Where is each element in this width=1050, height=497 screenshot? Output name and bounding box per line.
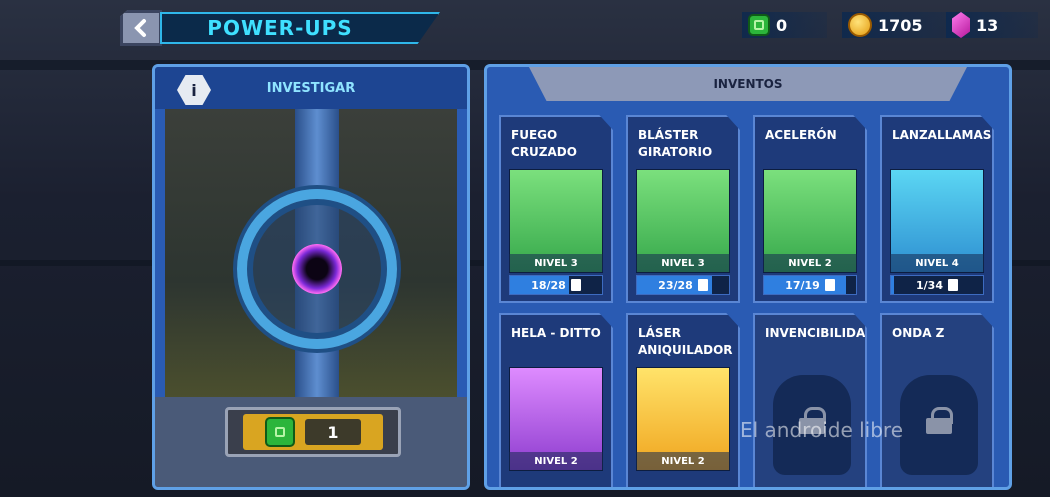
gem-icon [952, 12, 970, 38]
inventory-header: INVENTOS [529, 67, 967, 101]
cards-icon [697, 279, 708, 291]
page-title-bar: POWER-UPS [160, 12, 440, 44]
card-name: HELA - DITTO [511, 326, 601, 340]
progress-text: 23/28 [658, 278, 693, 292]
card-level: NIVEL 2 [763, 254, 857, 272]
chip-count: 1 [305, 419, 361, 445]
card-level: NIVEL 2 [509, 452, 603, 470]
card-progress-bar: 23/28 [636, 275, 730, 295]
chip-slot-inner: 1 [243, 414, 383, 450]
coin-icon [848, 13, 872, 37]
currency-gems-value: 13 [976, 15, 999, 35]
card-name: ACELERÓN [765, 128, 837, 142]
research-panel: INVESTIGAR i 1 [152, 64, 470, 490]
progress-text-wrap: 23/28 [637, 276, 729, 294]
currency-chips[interactable]: 0 [742, 12, 828, 38]
progress-text-wrap: 1/34 [891, 276, 983, 294]
currency-gems[interactable]: 13 [946, 12, 1039, 38]
card-progress-bar: 18/28 [509, 275, 603, 295]
inventory-card[interactable]: INVENCIBILIDAD [753, 313, 867, 487]
currency-coins-value: 1705 [878, 15, 923, 35]
card-level: NIVEL 2 [636, 452, 730, 470]
progress-text: 18/28 [531, 278, 566, 292]
watermark: El androide libre [740, 418, 904, 442]
card-name: FUEGO CRUZADO [511, 128, 577, 159]
card-name: LÁSER ANIQUILADOR [638, 326, 733, 357]
cards-icon [824, 279, 835, 291]
research-machine-scene[interactable] [165, 109, 457, 397]
inventory-card[interactable]: LÁSER ANIQUILADOR NIVEL 2 [626, 313, 740, 487]
inventory-card[interactable]: BLÁSTER GIRATORIO NIVEL 3 23/28 [626, 115, 740, 303]
inventory-card[interactable]: HELA - DITTO NIVEL 2 [499, 313, 613, 487]
card-name: INVENCIBILIDAD [765, 326, 867, 340]
inventory-card[interactable]: ACELERÓN NIVEL 2 17/19 [753, 115, 867, 303]
progress-text-wrap: 17/19 [764, 276, 856, 294]
inventory-card[interactable]: LANZALLAMAS NIVEL 4 1/34 [880, 115, 994, 303]
research-title: INVESTIGAR [266, 80, 356, 96]
card-progress-bar: 17/19 [763, 275, 857, 295]
page-title: POWER-UPS [207, 16, 353, 40]
green-chip-icon [748, 14, 770, 36]
currency-coins[interactable]: 1705 [842, 12, 963, 38]
card-name: LANZALLAMAS [892, 128, 992, 142]
inventory-card[interactable]: FUEGO CRUZADO NIVEL 3 18/28 [499, 115, 613, 303]
card-progress-bar: 1/34 [890, 275, 984, 295]
inventory-title: INVENTOS [713, 77, 783, 91]
card-name: ONDA Z [892, 326, 945, 340]
cards-icon [947, 279, 958, 291]
card-level: NIVEL 3 [636, 254, 730, 272]
green-chip-icon [265, 417, 295, 447]
progress-text-wrap: 18/28 [510, 276, 602, 294]
currency-chips-value: 0 [776, 15, 788, 35]
progress-text: 17/19 [785, 278, 820, 292]
chip-slot[interactable]: 1 [225, 407, 401, 457]
cards-icon [570, 279, 581, 291]
portal-icon [292, 244, 342, 294]
card-level: NIVEL 4 [890, 254, 984, 272]
back-button[interactable] [120, 10, 162, 46]
card-name: BLÁSTER GIRATORIO [638, 128, 713, 159]
padlock-icon [926, 407, 953, 434]
research-footer: 1 [155, 397, 467, 487]
inventory-card[interactable]: ONDA Z [880, 313, 994, 487]
progress-text: 1/34 [916, 278, 943, 292]
card-level: NIVEL 3 [509, 254, 603, 272]
back-arrow-icon [134, 19, 146, 37]
